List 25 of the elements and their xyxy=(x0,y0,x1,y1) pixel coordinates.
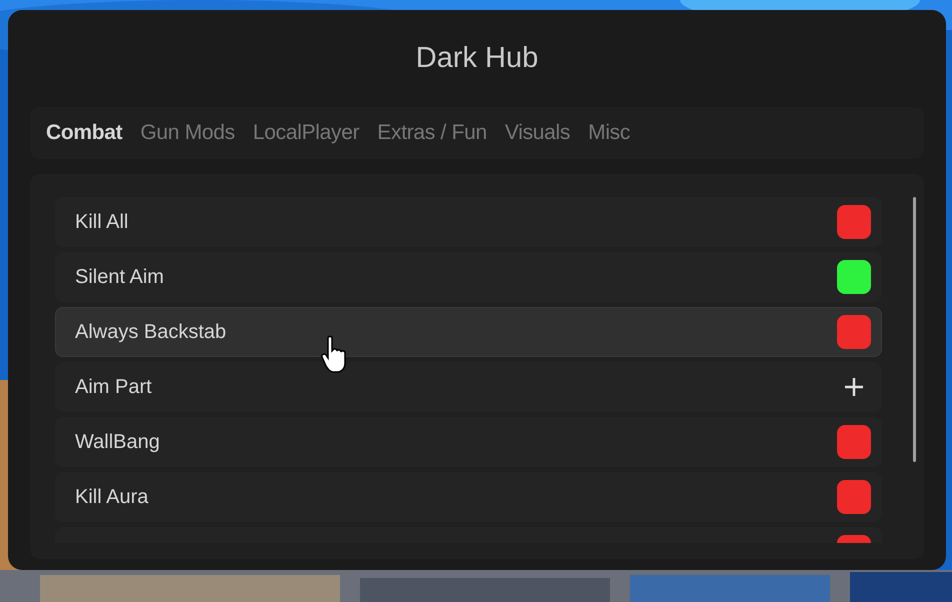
tab[interactable]: Gun Mods xyxy=(140,117,235,149)
toggle-switch[interactable] xyxy=(837,260,871,294)
toggle-switch[interactable] xyxy=(837,480,871,514)
tab[interactable]: Misc xyxy=(588,117,630,149)
tab[interactable]: Visuals xyxy=(504,117,570,149)
option-row[interactable]: Silent Aim xyxy=(55,252,882,302)
option-label: Aim Part xyxy=(75,375,152,400)
plus-icon[interactable] xyxy=(843,376,865,398)
window-title: Dark Hub xyxy=(416,41,538,76)
tab[interactable]: LocalPlayer xyxy=(252,117,360,149)
option-row[interactable]: WallBang xyxy=(55,417,882,467)
option-row[interactable]: Always Backstab xyxy=(55,307,882,357)
option-label: Always Backstab xyxy=(75,320,226,345)
option-label: WallBang xyxy=(75,430,160,455)
tab[interactable]: Combat xyxy=(46,117,122,149)
option-row[interactable]: Kill All xyxy=(55,197,882,247)
toggle-switch[interactable] xyxy=(837,205,871,239)
toggle-switch[interactable] xyxy=(837,425,871,459)
option-label: Kill All xyxy=(75,210,128,235)
option-row[interactable]: Kill Aura xyxy=(55,472,882,522)
option-label: Kill Aura xyxy=(75,485,148,510)
option-row[interactable]: Aim Part xyxy=(55,362,882,412)
option-label: Silent Aim xyxy=(75,265,164,290)
tab[interactable]: Extras / Fun xyxy=(377,117,487,149)
toggle-switch[interactable] xyxy=(837,315,871,349)
